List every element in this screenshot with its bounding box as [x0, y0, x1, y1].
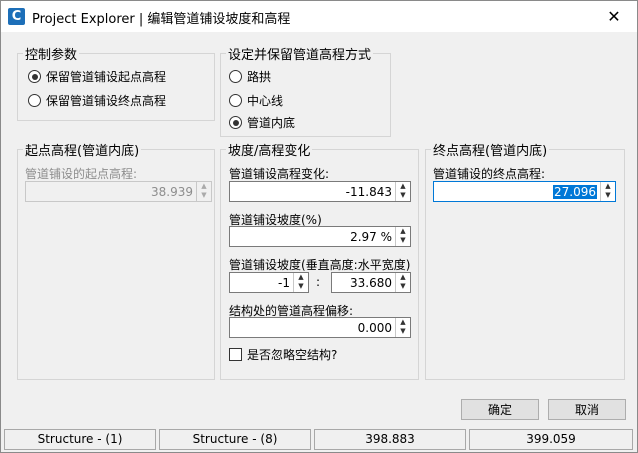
radio-keep-end[interactable]: 保留管道铺设终点高程 [28, 92, 166, 109]
ignore-empty-structure-checkbox[interactable]: 是否忽略空结构? [229, 346, 337, 363]
spin-down-icon[interactable]: ▼ [294, 282, 308, 291]
slope-ratio-vertical-value: -1 [278, 276, 290, 290]
offset-value: 0.000 [357, 321, 392, 335]
slope-ratio-horizontal-input[interactable]: 33.680 ▲ ▼ [331, 272, 411, 293]
elev-change-input[interactable]: -11.843 ▲ ▼ [229, 181, 411, 202]
app-logo-icon: C [8, 8, 25, 25]
spinner[interactable]: ▲ ▼ [395, 227, 410, 246]
ignore-empty-structure-label: 是否忽略空结构? [247, 348, 338, 362]
ratio-separator: : [316, 275, 321, 289]
elevation-method-label: 设定并保留管道高程方式 [226, 44, 374, 63]
spinner[interactable]: ▲ ▼ [600, 182, 615, 201]
spin-down-icon[interactable]: ▼ [396, 236, 410, 245]
start-elevation-value: 38.939 [151, 185, 193, 199]
slope-group-label: 坡度/高程变化 [226, 140, 313, 159]
start-elevation-input[interactable]: 38.939 ▲ ▼ [25, 181, 212, 202]
spin-up-icon[interactable]: ▲ [601, 182, 615, 191]
status-end-value: 399.059 [469, 429, 633, 450]
cancel-button[interactable]: 取消 [548, 399, 626, 420]
checkbox[interactable] [229, 348, 242, 361]
start-elevation-label: 起点高程(管道内底) [23, 140, 142, 159]
slope-ratio-vertical-input[interactable]: -1 ▲ ▼ [229, 272, 309, 293]
end-elevation-value: 27.096 [553, 185, 597, 199]
end-elevation-label: 终点高程(管道内底) [431, 140, 550, 159]
slope-pct-value: 2.97 % [350, 230, 392, 244]
spin-up-icon[interactable]: ▲ [396, 273, 410, 282]
end-elevation-field-label: 管道铺设的终点高程: [433, 167, 546, 181]
slope-ratio-label: 管道铺设坡度(垂直高度:水平宽度) [229, 258, 411, 272]
radio-crown[interactable]: 路拱 [229, 68, 271, 85]
spin-down-icon[interactable]: ▼ [396, 327, 410, 336]
radio-keep-end-label: 保留管道铺设终点高程 [46, 94, 167, 108]
spin-up-icon[interactable]: ▲ [396, 318, 410, 327]
spinner[interactable]: ▲ ▼ [293, 273, 308, 292]
slope-ratio-horizontal-value: 33.680 [350, 276, 392, 290]
spin-up-icon[interactable]: ▲ [396, 182, 410, 191]
elev-change-label: 管道铺设高程变化: [229, 167, 330, 181]
spin-down-icon[interactable]: ▼ [396, 282, 410, 291]
spinner[interactable]: ▲ ▼ [196, 182, 211, 201]
control-params-group [17, 53, 215, 121]
radio-button[interactable] [229, 70, 242, 83]
radio-centerline[interactable]: 中心线 [229, 92, 283, 109]
window-title: Project Explorer | 编辑管道铺设坡度和高程 [32, 12, 291, 27]
radio-button[interactable] [229, 94, 242, 107]
start-elevation-field-label: 管道铺设的起点高程: [25, 167, 138, 181]
spin-up-icon[interactable]: ▲ [396, 227, 410, 236]
radio-invert[interactable]: 管道内底 [229, 114, 295, 131]
control-params-label: 控制参数 [23, 44, 80, 63]
radio-crown-label: 路拱 [247, 70, 272, 84]
radio-button[interactable] [28, 70, 41, 83]
spin-down-icon[interactable]: ▼ [197, 191, 211, 200]
ok-button[interactable]: 确定 [461, 399, 539, 420]
status-start-structure: Structure - (1) [4, 429, 156, 450]
spinner[interactable]: ▲ ▼ [395, 182, 410, 201]
spin-up-icon[interactable]: ▲ [197, 182, 211, 191]
radio-button[interactable] [28, 94, 41, 107]
status-end-structure: Structure - (8) [159, 429, 311, 450]
spin-down-icon[interactable]: ▼ [601, 191, 615, 200]
slope-pct-input[interactable]: 2.97 % ▲ ▼ [229, 226, 411, 247]
end-elevation-input[interactable]: 27.096 ▲ ▼ [433, 181, 616, 202]
elev-change-value: -11.843 [345, 185, 392, 199]
radio-button[interactable] [229, 116, 242, 129]
title-bar: C Project Explorer | 编辑管道铺设坡度和高程 ✕ [1, 1, 637, 32]
radio-invert-label: 管道内底 [247, 116, 296, 130]
spinner[interactable]: ▲ ▼ [395, 318, 410, 337]
offset-input[interactable]: 0.000 ▲ ▼ [229, 317, 411, 338]
status-start-value: 398.883 [314, 429, 466, 450]
spin-down-icon[interactable]: ▼ [396, 191, 410, 200]
radio-centerline-label: 中心线 [247, 94, 284, 108]
radio-keep-start-label: 保留管道铺设起点高程 [46, 70, 167, 84]
close-button[interactable]: ✕ [591, 1, 637, 32]
spinner[interactable]: ▲ ▼ [395, 273, 410, 292]
radio-keep-start[interactable]: 保留管道铺设起点高程 [28, 68, 166, 85]
spin-up-icon[interactable]: ▲ [294, 273, 308, 282]
dialog-window: C Project Explorer | 编辑管道铺设坡度和高程 ✕ 控制参数 … [0, 0, 638, 453]
